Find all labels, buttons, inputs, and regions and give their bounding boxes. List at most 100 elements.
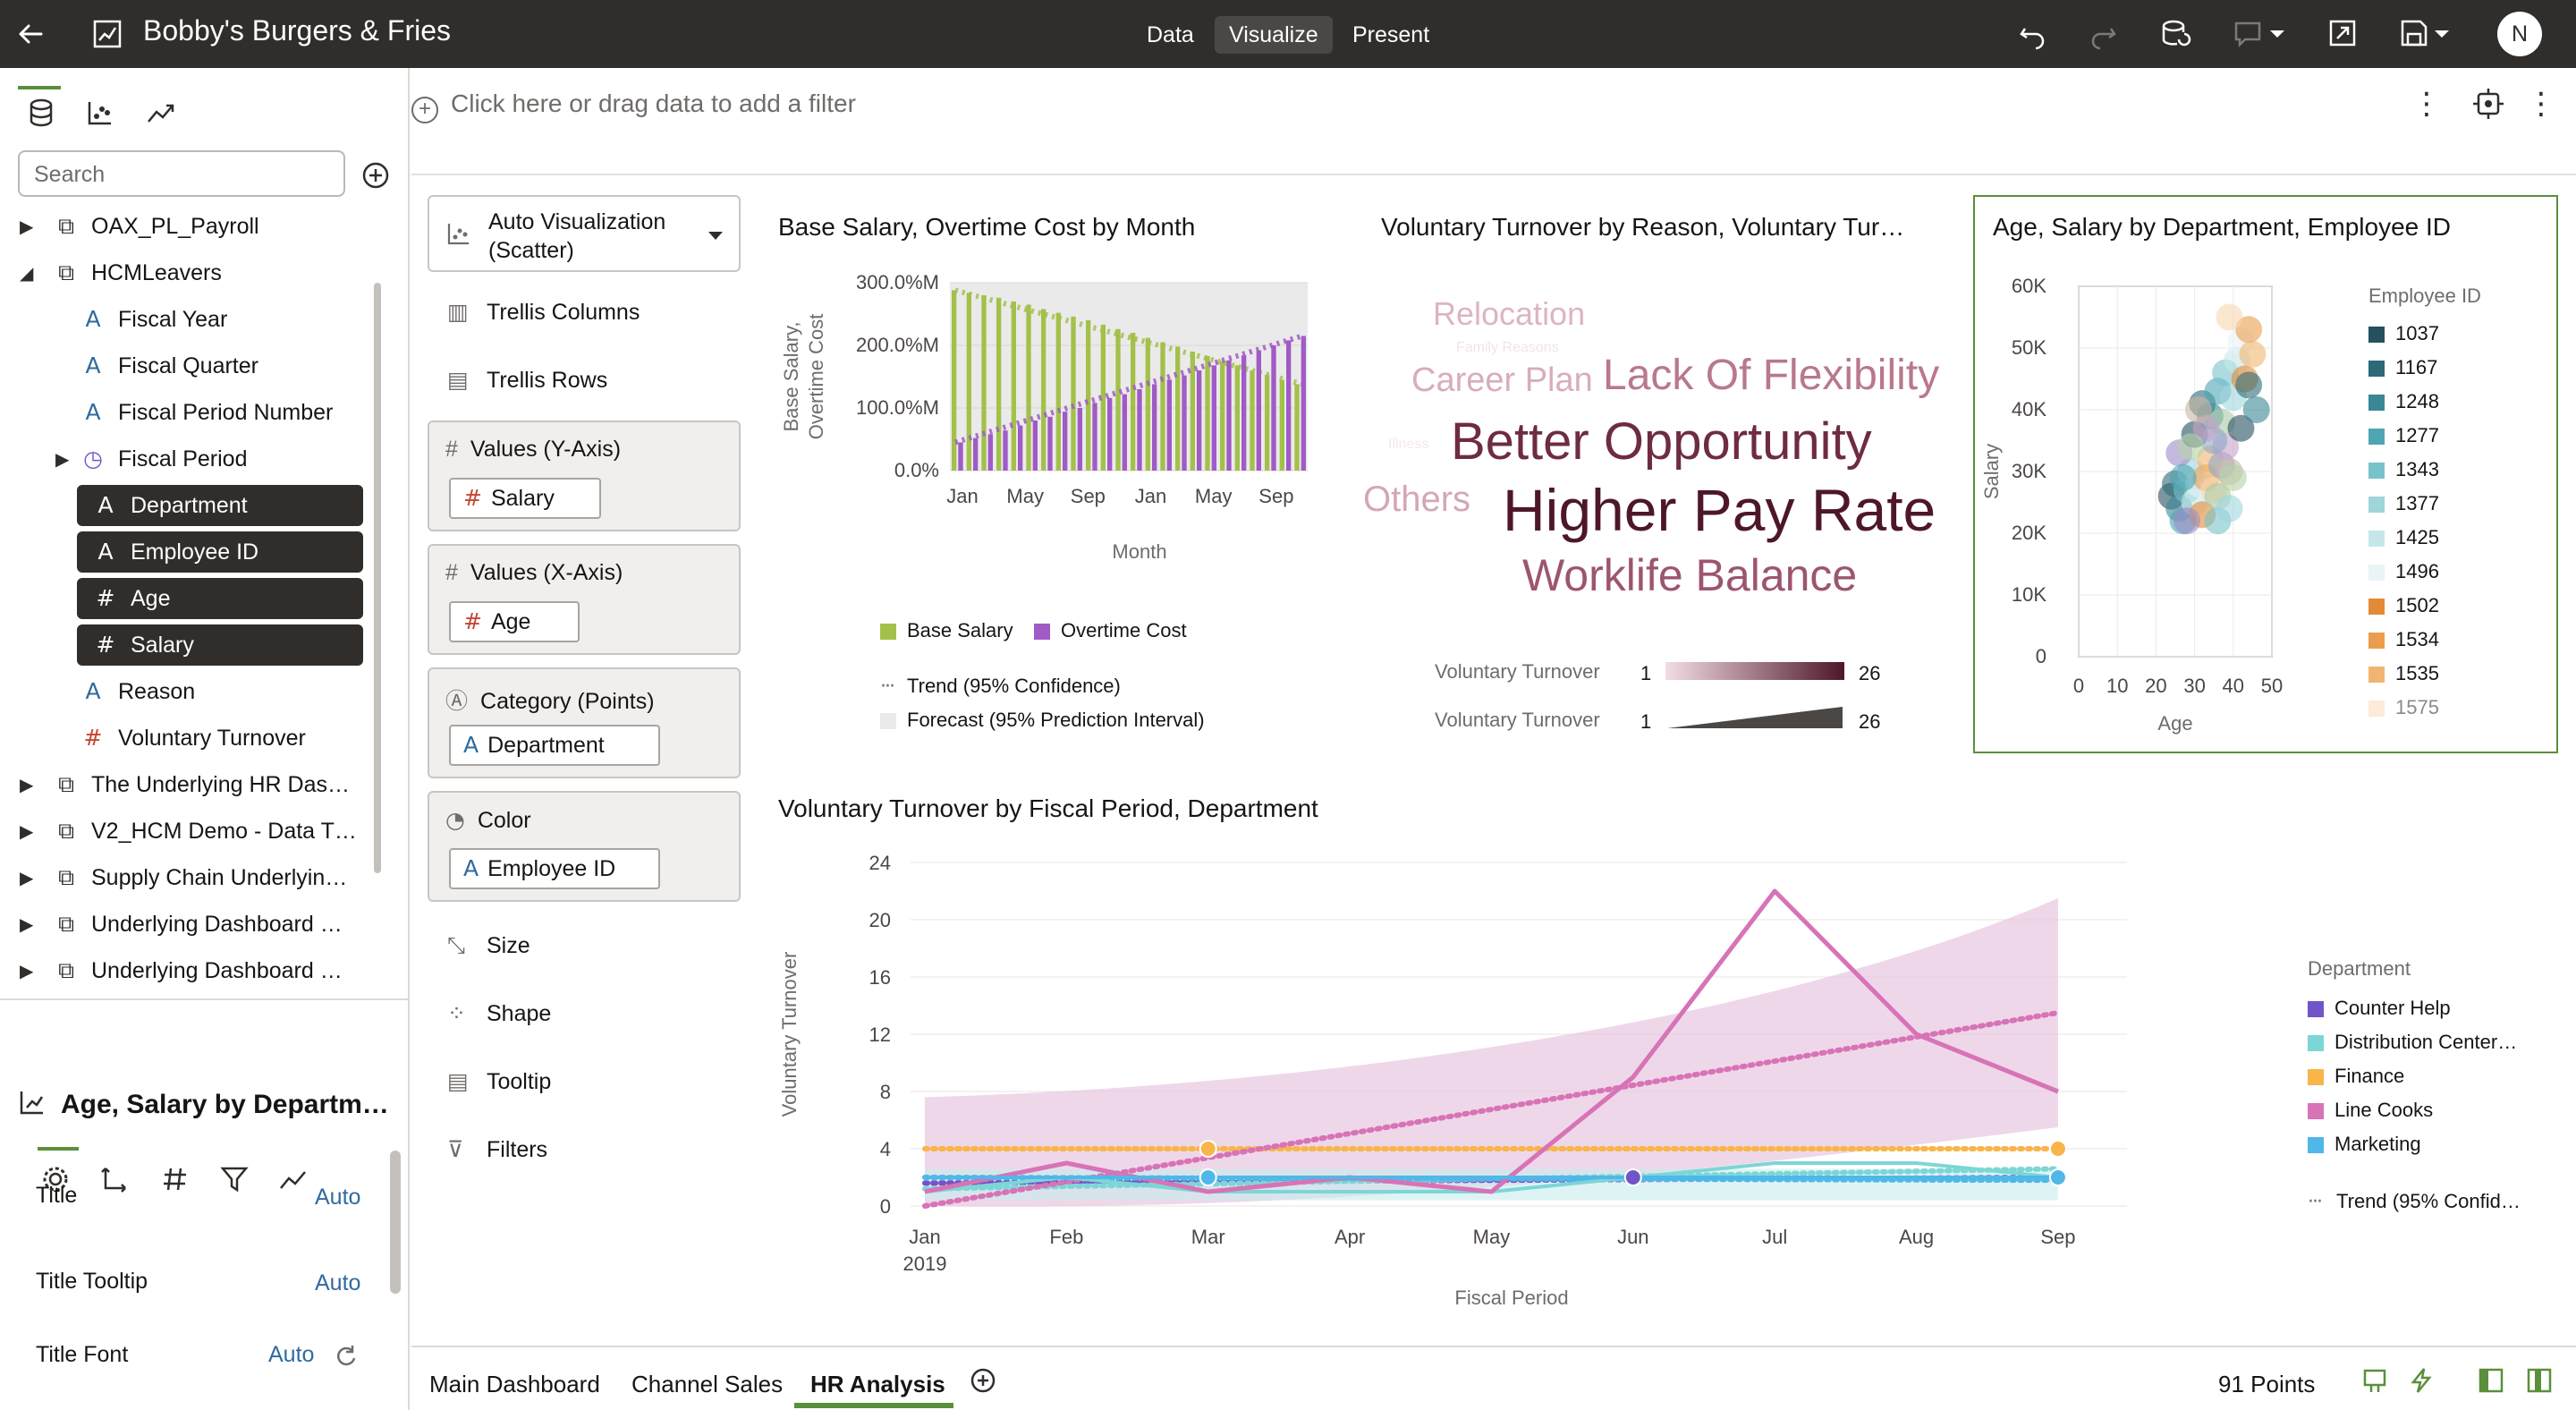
legend-item[interactable]: 1425: [2368, 526, 2439, 549]
analytics-tab-icon[interactable]: [143, 95, 179, 131]
redo-icon[interactable]: [2086, 16, 2122, 52]
values-y-dropzone[interactable]: # Values (Y-Axis) # Salary: [428, 420, 741, 531]
prop-title-value[interactable]: Auto: [315, 1185, 360, 1210]
layout-right-icon[interactable]: [2526, 1367, 2553, 1394]
word-cloud[interactable]: Relocation Family Reasons Career Plan La…: [1363, 268, 1959, 626]
word-lack-of-flexibility[interactable]: Lack Of Flexibility: [1603, 351, 1939, 400]
category-dropzone[interactable]: Ⓐ Category (Points) A Department: [428, 667, 741, 778]
search-input[interactable]: Search: [18, 150, 345, 197]
viz4-title[interactable]: Voluntary Turnover by Fiscal Period, Dep…: [778, 794, 1852, 823]
word-higher-pay-rate[interactable]: Higher Pay Rate: [1503, 476, 1936, 544]
present-export-icon[interactable]: [2326, 16, 2361, 52]
trellis-rows-row[interactable]: ▤ Trellis Rows: [447, 367, 607, 394]
caret-right-icon[interactable]: ▶: [20, 764, 33, 805]
values-settings-icon[interactable]: [157, 1161, 193, 1197]
legend-item[interactable]: 1248: [2368, 390, 2439, 413]
caret-right-icon[interactable]: ▶: [20, 904, 33, 945]
filter-bar[interactable]: + Click here or drag data to add a filter: [411, 89, 856, 123]
add-filter-icon[interactable]: +: [411, 97, 438, 123]
legend-item[interactable]: 1502: [2368, 594, 2439, 617]
legend-item[interactable]: 1037: [2368, 322, 2439, 345]
size-row[interactable]: ⤡ Size: [447, 932, 530, 959]
prop-title-tooltip-value[interactable]: Auto: [315, 1270, 360, 1296]
viz1-legend-overtime[interactable]: Overtime Cost: [1034, 619, 1187, 642]
tree-item[interactable]: A Department: [77, 485, 363, 526]
auto-insights-icon[interactable]: [2470, 86, 2506, 122]
word-others[interactable]: Others: [1363, 480, 1470, 520]
tree-item[interactable]: # Salary: [77, 624, 363, 666]
word-relocation[interactable]: Relocation: [1433, 295, 1585, 333]
age-salary-scatter[interactable]: 0 10K 20K 30K 40K 50K 60K 0 10 20 30 40 50 Age Salary: [1982, 265, 2351, 748]
properties-scrollbar[interactable]: [390, 1151, 401, 1294]
color-dropzone[interactable]: ◔ Color A Employee ID: [428, 791, 741, 902]
tooltip-row[interactable]: ▤ Tooltip: [447, 1068, 551, 1095]
data-tab-icon[interactable]: [23, 95, 59, 131]
tab-hr-analysis[interactable]: HR Analysis: [810, 1371, 945, 1398]
tree-item[interactable]: # Age: [77, 578, 363, 619]
word-better-opportunity[interactable]: Better Opportunity: [1451, 412, 1872, 471]
filters-row[interactable]: ⊽ Filters: [447, 1136, 547, 1163]
caret-down-icon[interactable]: ◢: [20, 252, 33, 293]
comments-dropdown-icon[interactable]: [2231, 16, 2293, 52]
legend-item[interactable]: 1343: [2368, 458, 2439, 481]
tree-item[interactable]: ▶ ⧉ OAX_PL_Payroll: [0, 206, 376, 247]
legend-item[interactable]: 1167: [2368, 356, 2437, 379]
legend-item[interactable]: 1575: [2368, 696, 2439, 719]
tree-item[interactable]: ▶ ⧉ Supply Chain Underlyin…: [0, 857, 376, 898]
tree-item[interactable]: A Fiscal Period Number: [0, 392, 376, 433]
canvas-menu-icon[interactable]: ⋮: [2526, 86, 2556, 122]
turnover-line-chart[interactable]: 0 4 8 12 16 20 24 Jan 2019 Feb Mar Apr May Jun Jul Aug S…: [771, 841, 2274, 1324]
caret-right-icon[interactable]: ▶: [20, 857, 33, 898]
legend-item[interactable]: 1535: [2368, 662, 2439, 685]
legend-item[interactable]: Finance: [2308, 1065, 2404, 1088]
shape-row[interactable]: ⁘ Shape: [447, 1000, 551, 1027]
tree-item[interactable]: ▶ ⧉ Underlying Dashboard …: [0, 950, 376, 991]
trellis-columns-row[interactable]: ▥ Trellis Columns: [447, 299, 640, 326]
legend-item[interactable]: 1496: [2368, 560, 2439, 583]
visualizations-tab-icon[interactable]: [82, 95, 118, 131]
layout-left-icon[interactable]: [2478, 1367, 2504, 1394]
tree-item[interactable]: A Fiscal Year: [0, 299, 376, 340]
viz-type-selector[interactable]: Auto Visualization (Scatter): [428, 195, 741, 272]
viz1-title[interactable]: Base Salary, Overtime Cost by Month: [778, 213, 1279, 242]
axis-settings-icon[interactable]: [97, 1161, 132, 1197]
caret-right-icon[interactable]: ▶: [20, 950, 33, 991]
add-canvas-icon[interactable]: [968, 1365, 998, 1396]
word-illness[interactable]: Illness: [1388, 437, 1428, 453]
base-salary-chart[interactable]: 0.0% 100.0%M 200.0%M 300.0%M Jan May Sep Jan May…: [771, 259, 1326, 599]
word-family-reasons[interactable]: Family Reasons: [1456, 340, 1559, 356]
legend-item[interactable]: 1277: [2368, 424, 2439, 447]
data-mode-tab[interactable]: Data: [1132, 16, 1208, 54]
word-worklife-balance[interactable]: Worklife Balance: [1522, 549, 1857, 601]
user-avatar[interactable]: N: [2497, 12, 2542, 56]
legend-item[interactable]: Counter Help: [2308, 997, 2451, 1020]
values-x-dropzone[interactable]: # Values (X-Axis) # Age: [428, 544, 741, 655]
save-dropdown-icon[interactable]: [2397, 16, 2460, 52]
tree-item[interactable]: A Reason: [0, 671, 376, 712]
legend-item[interactable]: 1377: [2368, 492, 2439, 515]
viz2-title[interactable]: Voluntary Turnover by Reason, Voluntary …: [1381, 213, 1936, 242]
tree-item[interactable]: ▶ ⧉ V2_HCM Demo - Data T…: [0, 811, 376, 852]
data-quality-icon[interactable]: [2361, 1367, 2388, 1394]
undo-icon[interactable]: [2014, 16, 2050, 52]
back-arrow-icon[interactable]: [13, 16, 48, 52]
viz3-title[interactable]: Age, Salary by Department, Employee ID: [1993, 213, 2547, 242]
tree-item[interactable]: # Voluntary Turnover: [0, 718, 376, 759]
tree-item[interactable]: ▶ ⧉ The Underlying HR Das…: [0, 764, 376, 805]
add-data-icon[interactable]: [358, 157, 394, 193]
present-mode-tab[interactable]: Present: [1338, 16, 1444, 54]
tree-item[interactable]: A Employee ID: [77, 531, 363, 573]
legend-item[interactable]: Distribution Center…: [2308, 1031, 2517, 1054]
salary-pill[interactable]: # Salary: [449, 478, 601, 519]
caret-right-icon[interactable]: ▶: [55, 438, 69, 480]
filter-settings-icon[interactable]: [216, 1161, 252, 1197]
auto-apply-icon[interactable]: [2408, 1367, 2435, 1394]
tree-scrollbar[interactable]: [374, 283, 381, 873]
tree-item[interactable]: ◢ ⧉ HCMLeavers: [0, 252, 376, 293]
reset-icon[interactable]: [333, 1342, 360, 1369]
tab-main-dashboard[interactable]: Main Dashboard: [429, 1371, 600, 1398]
tree-item[interactable]: ▶ ◷ Fiscal Period: [0, 438, 376, 480]
legend-item[interactable]: 1534: [2368, 628, 2439, 651]
visualize-mode-tab[interactable]: Visualize: [1215, 16, 1333, 54]
prop-title-font-value[interactable]: Auto: [268, 1342, 314, 1368]
